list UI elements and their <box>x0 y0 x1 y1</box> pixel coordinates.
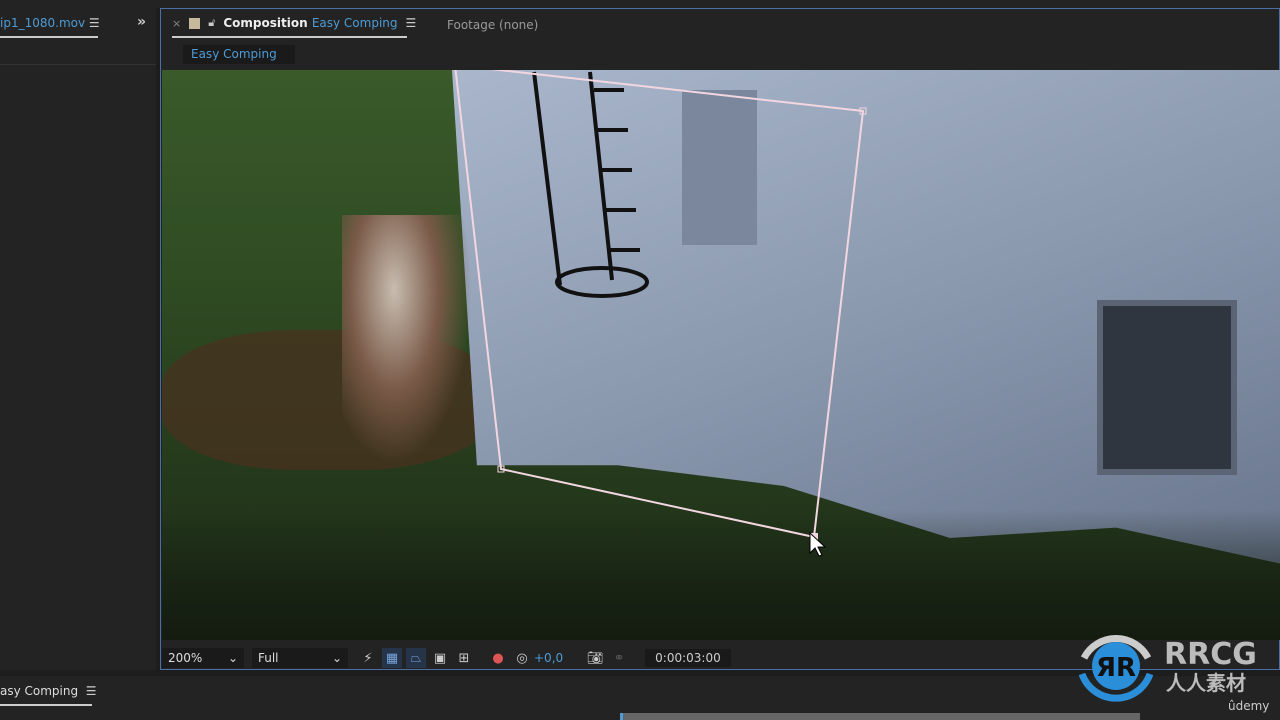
active-tab-underline <box>0 704 92 706</box>
svg-text:ûdemy: ûdemy <box>1228 699 1269 713</box>
composition-viewer[interactable] <box>162 70 1280 640</box>
top-toolbar <box>0 0 1280 8</box>
breadcrumb[interactable]: Easy Comping <box>183 45 295 64</box>
panel-menu-icon[interactable]: ☰ <box>86 684 97 698</box>
chevron-down-icon: ⌄ <box>227 651 238 665</box>
project-tab-label: ip1_1080.mov <box>0 16 86 30</box>
timeline-tab[interactable]: asy Comping ☰ <box>0 684 97 698</box>
time-navigator[interactable] <box>620 713 1140 720</box>
mask-path[interactable] <box>162 70 1280 640</box>
lock-icon[interactable]: 🔓︎ <box>208 16 215 30</box>
zoom-dropdown[interactable]: 200% ⌄ <box>162 648 244 668</box>
svg-text:RRCG: RRCG <box>1164 637 1257 672</box>
exposure-value[interactable]: +0,0 <box>534 651 563 665</box>
double-chevron-right-icon[interactable]: » <box>137 14 146 30</box>
comp-color-swatch <box>189 17 201 29</box>
project-tab[interactable]: ip1_1080.mov ☰ <box>0 16 100 30</box>
divider <box>0 64 156 65</box>
composition-tab[interactable]: × 🔓︎ Composition Easy Comping ☰ <box>172 16 416 30</box>
chevron-down-icon: ⌄ <box>331 651 342 665</box>
transparency-grid-icon[interactable]: ▦ <box>382 648 402 668</box>
composition-title: Composition Easy Comping <box>223 16 398 30</box>
reset-exposure-icon[interactable]: ◎ <box>512 648 532 668</box>
active-tab-underline <box>0 36 98 38</box>
panel-menu-icon[interactable]: ☰ <box>89 16 100 30</box>
current-time[interactable]: 0:00:03:00 <box>645 649 731 667</box>
ladder <box>532 71 649 298</box>
mask-path-visibility-icon[interactable]: ⏢ <box>406 648 426 668</box>
rrcg-watermark-logo: ЯR RRCG 人人素材 ûdemy <box>1076 626 1276 716</box>
region-of-interest-icon[interactable]: ▣ <box>430 648 450 668</box>
svg-text:ЯR: ЯR <box>1096 653 1136 683</box>
active-tab-underline <box>172 36 407 38</box>
mask-outline[interactable] <box>454 70 865 539</box>
svg-text:人人素材: 人人素材 <box>1166 671 1246 695</box>
project-panel <box>0 8 156 670</box>
viewer-controls: 200% ⌄ Full ⌄ ⚡ ▦ ⏢ ▣ ⊞ ● ◎ +0,0 📷︎ ⚭ 0:00… <box>162 646 731 670</box>
timeline-tab-label: asy Comping <box>0 684 79 698</box>
resolution-dropdown[interactable]: Full ⌄ <box>252 648 348 668</box>
show-channel-icon[interactable]: ● <box>488 648 508 668</box>
close-icon[interactable]: × <box>172 17 181 30</box>
panel-menu-icon[interactable]: ☰ <box>406 16 417 30</box>
toggle-guides-icon[interactable]: ⊞ <box>454 648 474 668</box>
camera-icon[interactable]: 📷︎ <box>585 648 605 668</box>
footage-tab[interactable]: Footage (none) <box>447 18 538 32</box>
show-snapshot-icon[interactable]: ⚭ <box>609 648 629 668</box>
fast-previews-icon[interactable]: ⚡ <box>358 648 378 668</box>
